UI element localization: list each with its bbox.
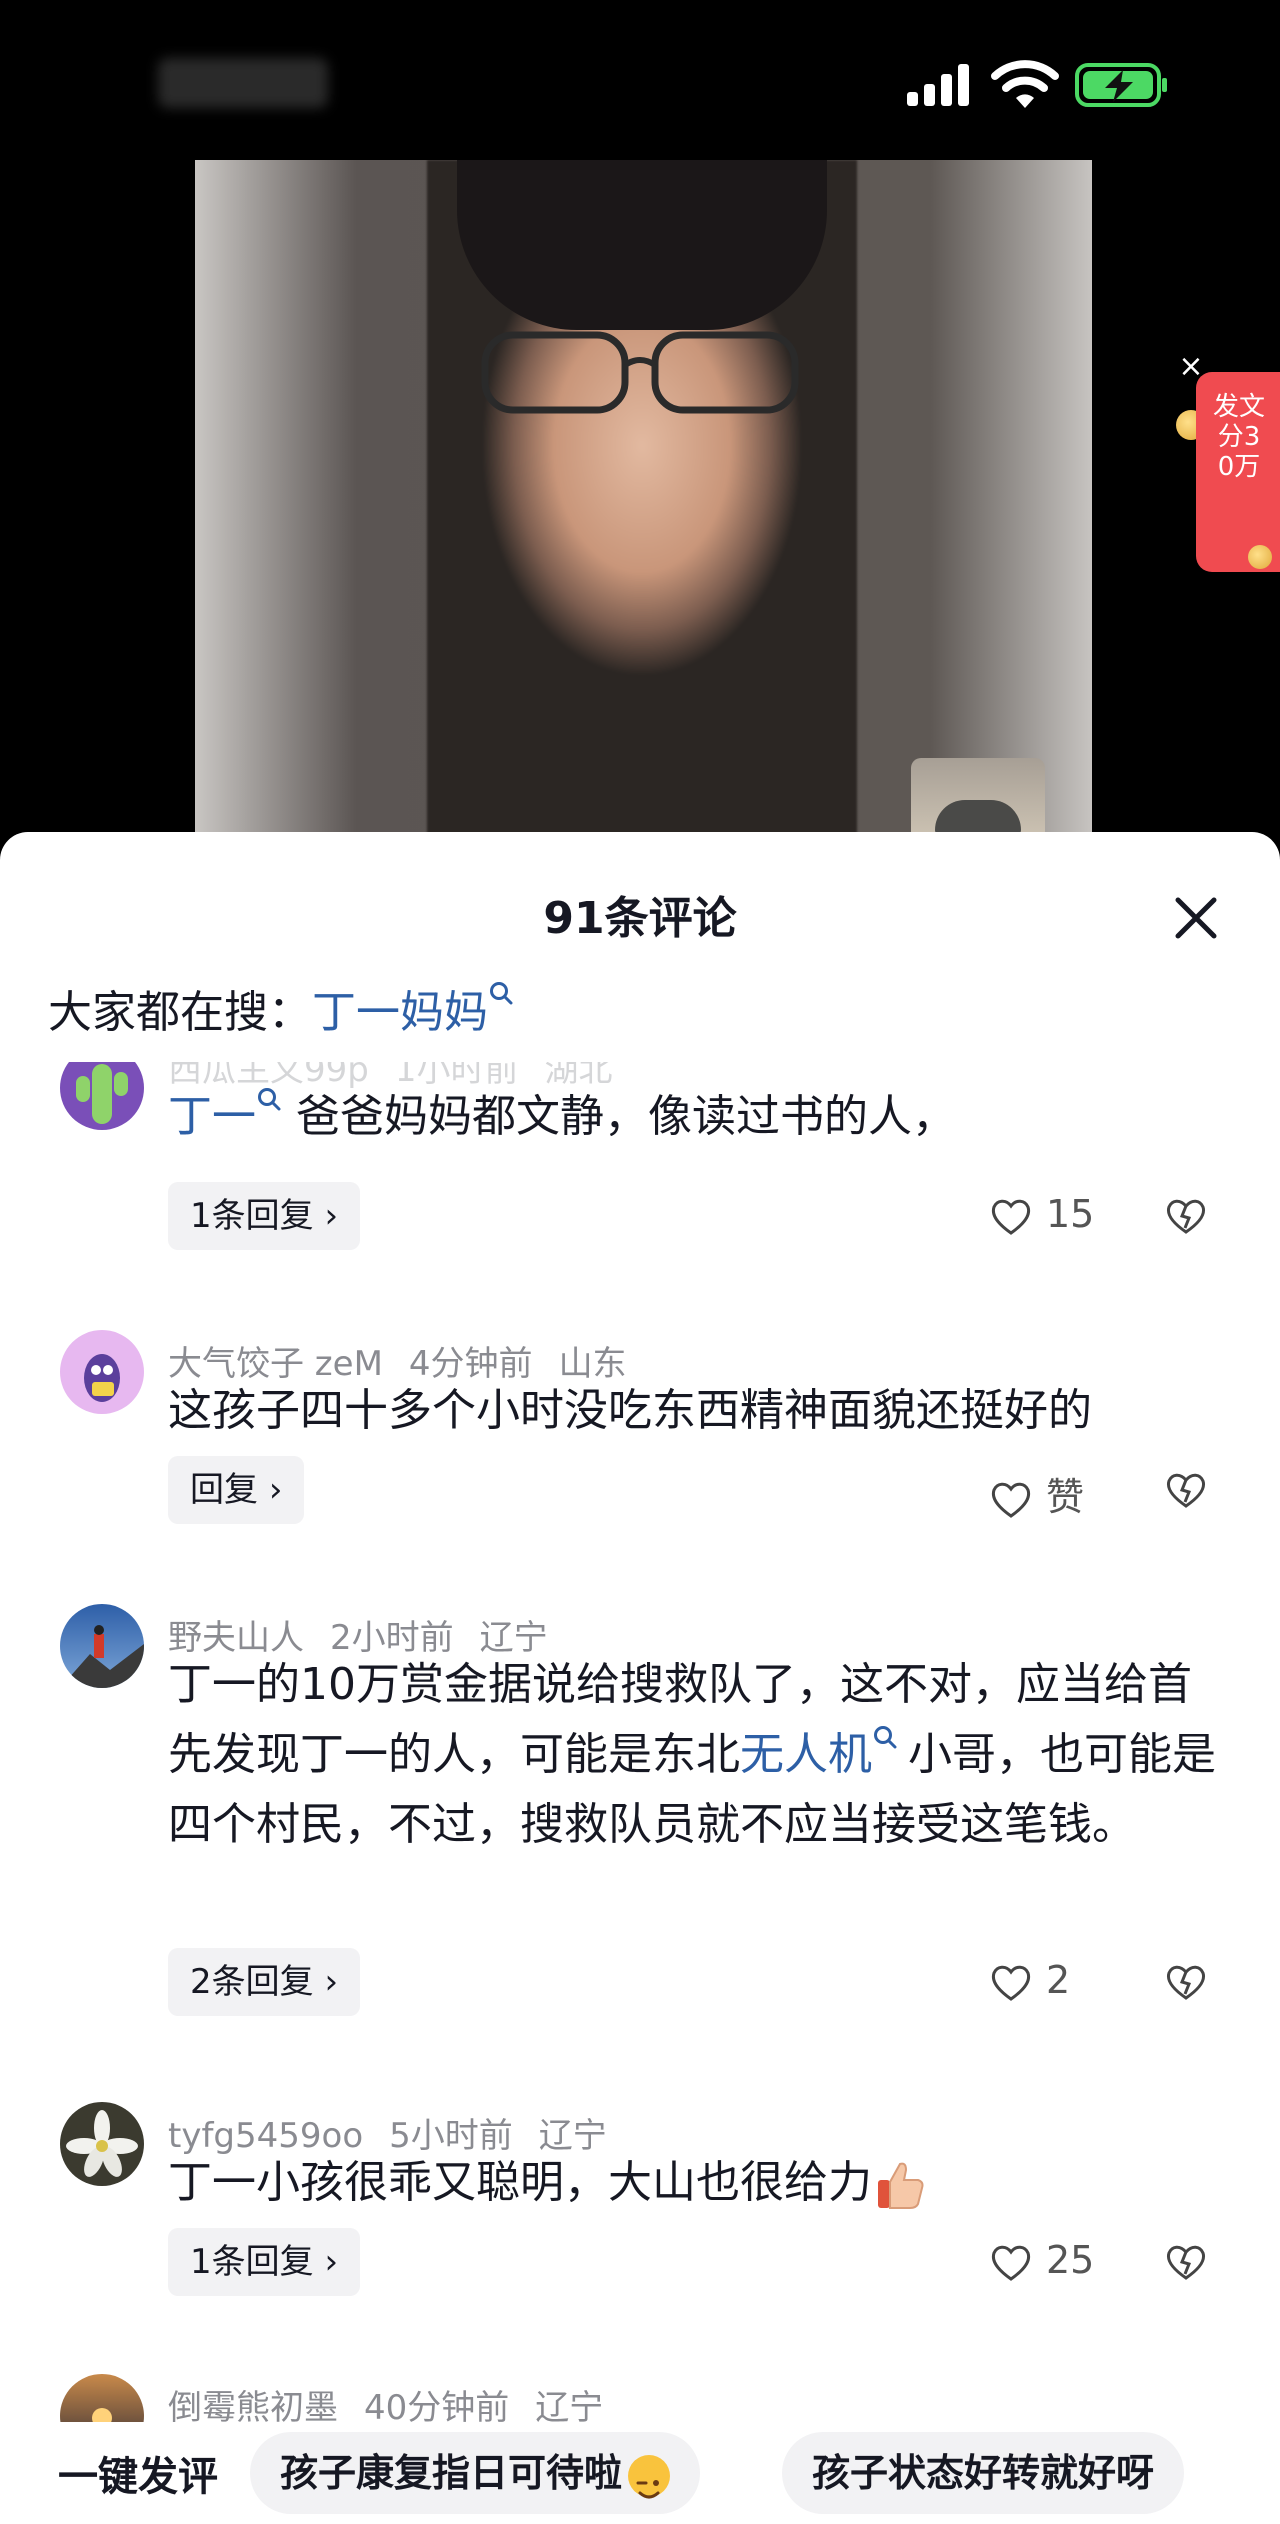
- view-replies-button[interactable]: 2条回复 ›: [168, 1948, 361, 2016]
- comment-text: 丁一小孩很乖又聪明，大山也很给力: [168, 2148, 1228, 2218]
- flower-avatar-icon: [66, 2110, 138, 2177]
- battery-charging-icon: [1075, 63, 1167, 107]
- close-icon[interactable]: [1170, 892, 1222, 944]
- like-count: 25: [1046, 2238, 1095, 2282]
- reply-label: 1条回复: [190, 2242, 314, 2282]
- heart-icon: [991, 1965, 1031, 2001]
- wink-emoji-icon: [628, 2454, 671, 2498]
- status-bar: [0, 0, 1280, 160]
- promo-banner[interactable]: 发文分30万: [1196, 372, 1280, 572]
- avatar[interactable]: [60, 2374, 144, 2422]
- cellular-signal-icon: [907, 64, 969, 106]
- cactus-avatar-icon: [76, 1064, 128, 1124]
- avatar[interactable]: [60, 1604, 144, 1688]
- comment-time: 40分钟前: [364, 2388, 510, 2422]
- like-button[interactable]: 15: [990, 1192, 1094, 1237]
- comment-text: 丁一 爸爸妈妈都文静，像读过书的人，: [168, 1082, 1228, 1152]
- trending-search-row: 大家都在搜：丁一妈妈: [48, 976, 514, 1040]
- dislike-icon[interactable]: [1164, 1468, 1208, 1512]
- chevron-right-icon: ›: [268, 1470, 283, 1510]
- promo-text: 发文分30万: [1212, 392, 1265, 482]
- quick-reply-chip[interactable]: 孩子康复指日可待啦: [250, 2432, 701, 2514]
- comment-search-link[interactable]: 丁一: [168, 1091, 256, 1142]
- search-icon: [258, 1088, 281, 1111]
- search-icon: [874, 1726, 897, 1749]
- like-count: 15: [1046, 1192, 1095, 1236]
- heart-icon: [991, 1199, 1031, 1235]
- mountain-avatar-icon: [60, 1625, 144, 1688]
- search-icon: [490, 982, 513, 1005]
- comment-body-text: 丁一小孩很乖又聪明，大山也很给力: [168, 2157, 872, 2208]
- like-count: 2: [1046, 1958, 1071, 2002]
- quick-reply-chip[interactable]: 孩子状态好转就好呀: [782, 2432, 1185, 2514]
- reply-label: 1条回复: [190, 1196, 314, 1236]
- comment-search-link[interactable]: 无人机: [740, 1729, 872, 1780]
- comments-count-title: 91条评论: [543, 893, 737, 944]
- like-button[interactable]: 赞: [990, 1466, 1084, 1521]
- like-count: 赞: [1046, 1475, 1085, 1519]
- video-hair: [457, 160, 827, 330]
- video-glasses: [481, 331, 799, 414]
- comment-text: 丁一的10万赏金据说给搜救队了，这不对，应当给首先发现丁一的人，可能是东北无人机…: [168, 1650, 1228, 1860]
- quick-reply-label: 一键发评: [58, 2454, 218, 2500]
- quick-reply-bar: 一键发评 孩子康复指日可待啦 孩子状态好转就好呀: [0, 2422, 1280, 2524]
- heart-icon: [991, 2245, 1031, 2281]
- chevron-right-icon: ›: [324, 1962, 339, 2002]
- reply-label: 回复: [190, 1470, 258, 1510]
- trending-search-link[interactable]: 丁一妈妈: [312, 982, 514, 1038]
- thumbs-up-emoji-icon: [878, 2162, 924, 2209]
- view-replies-button[interactable]: 1条回复 ›: [168, 1182, 361, 1250]
- avatar[interactable]: [60, 1330, 144, 1414]
- like-button[interactable]: 2: [990, 1958, 1070, 2003]
- comment-username[interactable]: 倒霉熊初墨: [168, 2388, 338, 2422]
- view-replies-button[interactable]: 1条回复 ›: [168, 2228, 361, 2296]
- video-player[interactable]: [195, 160, 1092, 840]
- wifi-icon: [991, 60, 1059, 108]
- reply-label: 2条回复: [190, 1962, 314, 2002]
- chevron-right-icon: ›: [324, 1196, 339, 1236]
- trending-search-prefix: 大家都在搜：: [48, 987, 312, 1038]
- dislike-icon[interactable]: [1164, 1960, 1208, 2004]
- comment-meta: 倒霉熊初墨 40分钟前 辽宁: [168, 2380, 629, 2422]
- quick-reply-chip-text: 孩子康复指日可待啦: [280, 2451, 623, 2495]
- comment-list[interactable]: 西瓜主义99p 1小时前 湖北 丁一 爸爸妈妈都文静，像读过书的人， 1条回复 › 1…: [0, 1062, 1280, 2422]
- pip-hat: [935, 800, 1021, 836]
- quick-reply-chip-text: 孩子状态好转就好呀: [812, 2451, 1155, 2495]
- comment-body-text: 爸爸妈妈都文静，像读过书的人，: [296, 1091, 956, 1142]
- avatar[interactable]: [60, 1062, 144, 1130]
- coin-icon: [1248, 545, 1272, 569]
- like-button[interactable]: 25: [990, 2238, 1094, 2283]
- blurred-carrier-text: [158, 58, 328, 108]
- sunset-avatar-icon: [92, 2408, 112, 2422]
- comment-location: 辽宁: [535, 2388, 604, 2422]
- avatar[interactable]: [60, 2102, 144, 2186]
- trending-search-term: 丁一妈妈: [312, 987, 488, 1038]
- dislike-icon[interactable]: [1164, 1194, 1208, 1238]
- dislike-icon[interactable]: [1164, 2240, 1208, 2284]
- reply-button[interactable]: 回复 ›: [168, 1456, 305, 1524]
- monster-avatar-icon: [84, 1354, 120, 1402]
- comments-sheet: 91条评论 大家都在搜：丁一妈妈 西瓜主义99p 1小时前 湖北 丁一 爸爸妈妈都文静…: [0, 832, 1280, 2524]
- comment-text: 这孩子四十多个小时没吃东西精神面貌还挺好的: [168, 1385, 1092, 1436]
- heart-icon: [991, 1482, 1031, 1518]
- chevron-right-icon: ›: [324, 2242, 339, 2282]
- video-pip-window[interactable]: [911, 758, 1045, 840]
